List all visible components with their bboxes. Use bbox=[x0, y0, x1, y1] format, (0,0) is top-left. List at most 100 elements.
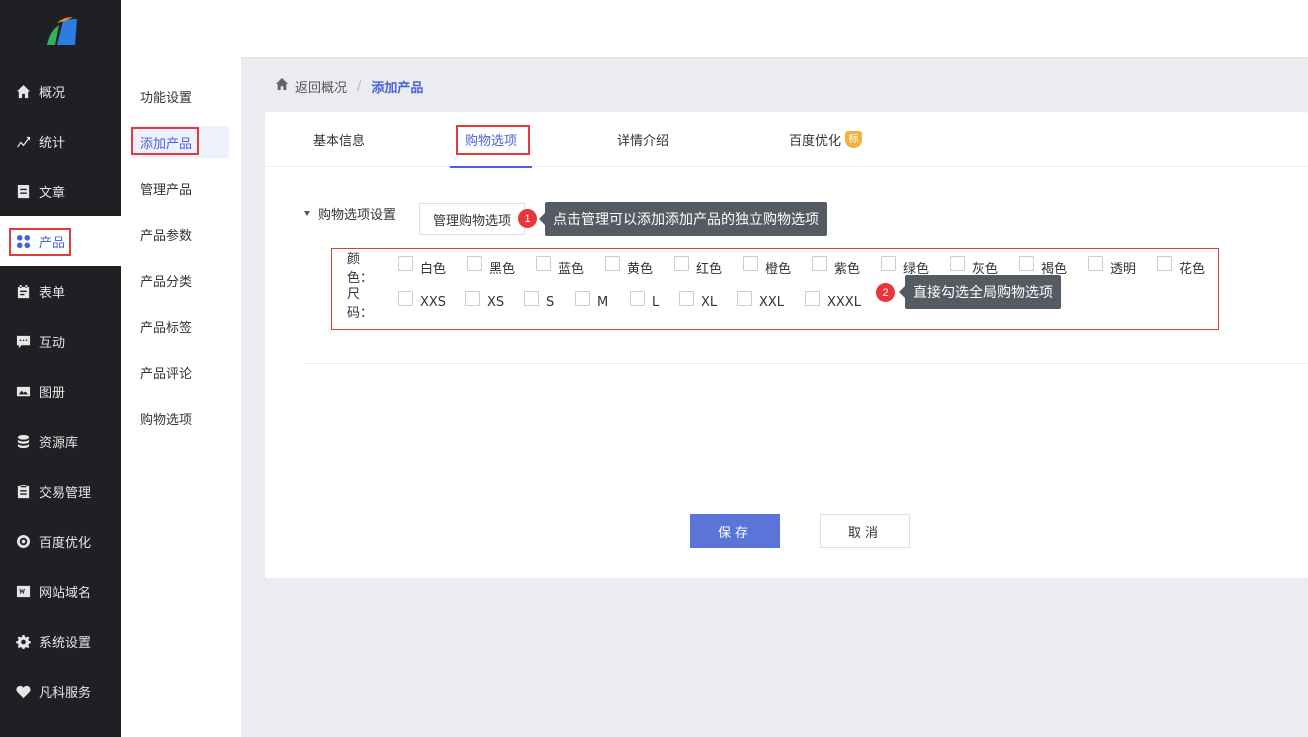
checkbox-size-l[interactable]: L bbox=[630, 290, 679, 310]
checkbox-label: 红色 bbox=[696, 261, 723, 277]
checkbox-size-xxs[interactable]: XXS bbox=[398, 290, 465, 310]
checkbox[interactable] bbox=[950, 255, 965, 271]
checkbox[interactable] bbox=[1019, 255, 1034, 271]
nav-item-overview[interactable]: 概况 bbox=[0, 66, 121, 116]
checkbox-color-white[interactable]: 白色 bbox=[398, 255, 467, 277]
submenu-item-product-categories[interactable]: 产品分类 bbox=[121, 257, 241, 303]
checkbox[interactable] bbox=[679, 290, 694, 306]
logo[interactable] bbox=[0, 0, 121, 66]
nav-item-album[interactable]: 图册 bbox=[0, 366, 121, 416]
options-box: 颜色： 白色 黑色 蓝色 黄色 红色 橙色 紫色 绿色 灰色 褐色 透明 花色 … bbox=[331, 248, 1219, 330]
save-button[interactable]: 保存 bbox=[690, 514, 780, 548]
submenu-item-add-product[interactable]: 添加产品 bbox=[131, 126, 229, 158]
section-header[interactable]: 购物选项设置 bbox=[304, 204, 396, 223]
callout-tooltip: 直接勾选全局购物选项 bbox=[899, 275, 1061, 309]
checkbox[interactable] bbox=[1157, 255, 1172, 271]
cancel-button[interactable]: 取消 bbox=[820, 514, 910, 548]
submenu-item-product-reviews[interactable]: 产品评论 bbox=[121, 349, 241, 395]
checkbox[interactable] bbox=[398, 290, 413, 306]
nav-label: 系统设置 bbox=[39, 635, 92, 651]
checkbox[interactable] bbox=[1088, 255, 1103, 271]
callout-tooltip: 点击管理可以添加添加产品的独立购物选项 bbox=[539, 202, 827, 236]
tab-bar: 基本信息 购物选项 详情介绍 百度优化 标 bbox=[265, 112, 1308, 168]
submenu-item-product-tags[interactable]: 产品标签 bbox=[121, 303, 241, 349]
nav-item-articles[interactable]: 文章 bbox=[0, 166, 121, 216]
breadcrumb-separator: / bbox=[357, 78, 362, 94]
manage-shopping-options-button[interactable]: 管理购物选项 bbox=[419, 203, 525, 235]
checkbox-color-gray[interactable]: 灰色 bbox=[950, 255, 1019, 277]
tab-details[interactable]: 详情介绍 bbox=[617, 112, 669, 167]
tab-shopping-options[interactable]: 购物选项 bbox=[450, 112, 533, 168]
chart-icon bbox=[14, 132, 32, 150]
checkbox-label: XXL bbox=[759, 294, 785, 310]
nav-item-forms[interactable]: 表单 bbox=[0, 266, 121, 316]
checkbox-size-m[interactable]: M bbox=[575, 290, 630, 310]
tab-label: 基本信息 bbox=[313, 134, 366, 149]
checkbox-color-green[interactable]: 绿色 bbox=[881, 255, 950, 277]
submenu-item-shopping-options[interactable]: 购物选项 bbox=[121, 395, 241, 441]
checkbox[interactable] bbox=[737, 290, 752, 306]
checkbox-label: 绿色 bbox=[903, 261, 930, 277]
checkbox[interactable] bbox=[605, 255, 620, 271]
nav-item-products[interactable]: 产品 bbox=[0, 216, 121, 266]
nav-item-domain[interactable]: 网站域名 bbox=[0, 566, 121, 616]
logo-icon bbox=[46, 17, 77, 45]
checkbox[interactable] bbox=[575, 290, 590, 306]
checkbox[interactable] bbox=[743, 255, 758, 271]
checkbox-label: 白色 bbox=[420, 261, 447, 277]
tab-basic-info[interactable]: 基本信息 bbox=[313, 112, 365, 167]
checkbox-size-xs[interactable]: XS bbox=[465, 290, 524, 310]
checkbox[interactable] bbox=[524, 290, 539, 306]
submenu-item-feature-settings[interactable]: 功能设置 bbox=[121, 73, 241, 119]
checkbox-label: S bbox=[546, 294, 555, 310]
nav-item-services[interactable]: 凡科服务 bbox=[0, 666, 121, 716]
checkbox-color-blue[interactable]: 蓝色 bbox=[536, 255, 605, 277]
checkbox-color-red[interactable]: 红色 bbox=[674, 255, 743, 277]
breadcrumb-back-link[interactable]: 返回概况 bbox=[295, 77, 347, 96]
checkbox-label: 褐色 bbox=[1041, 261, 1068, 277]
nav-item-seo[interactable]: 百度优化 bbox=[0, 516, 121, 566]
checkbox-size-s[interactable]: S bbox=[524, 290, 575, 310]
nav-item-transactions[interactable]: 交易管理 bbox=[0, 466, 121, 516]
checkbox[interactable] bbox=[881, 255, 896, 271]
nav-item-stats[interactable]: 统计 bbox=[0, 116, 121, 166]
checkbox-size-xxl[interactable]: XXL bbox=[737, 290, 805, 310]
checkbox[interactable] bbox=[465, 290, 480, 306]
checkbox-color-floral[interactable]: 花色 bbox=[1157, 255, 1205, 277]
caret-down-icon bbox=[304, 211, 310, 216]
nav-item-settings[interactable]: 系统设置 bbox=[0, 616, 121, 666]
nav-label: 百度优化 bbox=[39, 535, 92, 551]
nav-label: 凡科服务 bbox=[39, 685, 92, 701]
nav-label: 资源库 bbox=[39, 435, 79, 451]
checkbox[interactable] bbox=[674, 255, 689, 271]
checkbox[interactable] bbox=[467, 255, 482, 271]
nav-label: 图册 bbox=[39, 385, 66, 401]
checkbox[interactable] bbox=[398, 255, 413, 271]
checkbox-color-black[interactable]: 黑色 bbox=[467, 255, 536, 277]
checkbox[interactable] bbox=[805, 290, 820, 306]
checkbox-color-orange[interactable]: 橙色 bbox=[743, 255, 812, 277]
nav-item-resources[interactable]: 资源库 bbox=[0, 416, 121, 466]
checkbox-color-purple[interactable]: 紫色 bbox=[812, 255, 881, 277]
checkbox-size-xxxl[interactable]: XXXL bbox=[805, 290, 861, 310]
checkbox-color-brown[interactable]: 褐色 bbox=[1019, 255, 1088, 277]
callout-number-badge: 2 bbox=[876, 283, 895, 302]
checkbox[interactable] bbox=[536, 255, 551, 271]
checkbox-label: XXXL bbox=[827, 294, 861, 310]
submenu-item-product-params[interactable]: 产品参数 bbox=[121, 211, 241, 257]
checkbox-size-xl[interactable]: XL bbox=[679, 290, 737, 310]
color-label: 颜色： bbox=[347, 252, 374, 286]
heart-icon bbox=[14, 682, 32, 700]
nav-label: 文章 bbox=[39, 185, 66, 201]
submenu-item-manage-products[interactable]: 管理产品 bbox=[121, 165, 241, 211]
main-sidebar: 概况 统计 文章 产品 表单 互动 图册 资源库 交易管理 百度优化 网站域名 … bbox=[0, 0, 121, 737]
callout-number-badge: 1 bbox=[518, 209, 537, 228]
main-nav: 概况 统计 文章 产品 表单 互动 图册 资源库 交易管理 百度优化 网站域名 … bbox=[0, 66, 121, 716]
tab-baidu-seo[interactable]: 百度优化 标 bbox=[789, 112, 863, 167]
checkbox-label: M bbox=[597, 294, 609, 310]
nav-item-interaction[interactable]: 互动 bbox=[0, 316, 121, 366]
checkbox-color-transparent[interactable]: 透明 bbox=[1088, 255, 1157, 277]
checkbox-color-yellow[interactable]: 黄色 bbox=[605, 255, 674, 277]
checkbox[interactable] bbox=[812, 255, 827, 271]
checkbox[interactable] bbox=[630, 290, 645, 306]
